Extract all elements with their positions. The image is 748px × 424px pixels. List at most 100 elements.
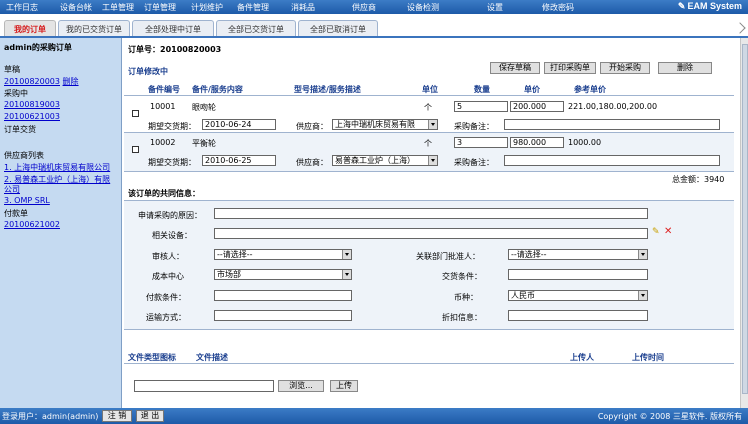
qty-input[interactable]: 5 xyxy=(454,101,508,112)
paid-label: 付款单 xyxy=(4,209,28,218)
price-input[interactable]: 980.000 xyxy=(510,137,564,148)
supplier-link[interactable]: 2. 易普森工业炉（上海）有限 xyxy=(4,175,110,184)
col-part-code: 备件编号 xyxy=(148,85,180,94)
upload-button[interactable]: 上传 xyxy=(330,380,358,392)
delivery-date-input[interactable]: 2010-06-25 xyxy=(202,155,276,166)
draft-label: 草稿 xyxy=(4,65,20,74)
total-amount: 总金额：3940 xyxy=(672,175,725,184)
divider xyxy=(124,171,734,172)
purchasing-label: 采购中 xyxy=(4,89,28,98)
order-status: 订单修改中 xyxy=(128,67,168,76)
help-button[interactable]: 注 销 xyxy=(102,410,132,422)
cost-center-select[interactable]: 市场部 xyxy=(214,269,352,280)
date-label: 期望交货期： xyxy=(148,158,196,167)
discount-input[interactable] xyxy=(508,310,648,321)
delete-draft-link[interactable]: 删除 xyxy=(63,77,79,86)
draft-order-link[interactable]: 20100820003 xyxy=(4,77,60,86)
chevron-down-icon[interactable] xyxy=(342,270,351,279)
row-checkbox[interactable] xyxy=(132,146,139,153)
currency-select[interactable]: 人民币 xyxy=(508,290,648,301)
file-path-input[interactable] xyxy=(134,380,274,392)
save-draft-button[interactable]: 保存草稿 xyxy=(490,62,540,74)
supplier-link[interactable]: 3. OMP SRL xyxy=(4,196,50,205)
menu-orders[interactable]: 订单管理 xyxy=(144,2,176,13)
top-menu-bar: 工作日志 设备台帐 工单管理 订单管理 计划维护 备件管理 消耗品 供应商 设备… xyxy=(0,0,748,14)
note-label: 采购备注： xyxy=(454,158,494,167)
delivery-terms-input[interactable] xyxy=(508,269,648,280)
approver-select[interactable]: --请选择-- xyxy=(508,249,648,260)
brand: ✎ EAM System xyxy=(677,1,742,11)
menu-inspection[interactable]: 设备检测 xyxy=(407,2,439,13)
scrollbar-thumb[interactable] xyxy=(742,44,748,394)
shipping-label: 运输方式： xyxy=(146,313,186,322)
shipping-input[interactable] xyxy=(214,310,352,321)
divider xyxy=(124,363,734,364)
browse-button[interactable]: 浏览... xyxy=(278,380,324,392)
chevron-down-icon[interactable] xyxy=(638,291,647,300)
equipment-input[interactable] xyxy=(214,228,648,239)
qty-input[interactable]: 3 xyxy=(454,137,508,148)
close-icon[interactable]: ✕ xyxy=(664,226,672,237)
tab-all-processing[interactable]: 全部处理中订单 xyxy=(132,20,214,36)
row-code: 10002 xyxy=(150,138,176,147)
divider xyxy=(124,95,734,96)
chevron-down-icon[interactable] xyxy=(428,120,437,129)
ref-price: 221.00,180.00,200.00 xyxy=(568,102,658,111)
tab-bar: 我的订单 我的已交货订单 全部处理中订单 全部已交货订单 全部已取消订单 xyxy=(0,14,748,38)
price-input[interactable]: 200.000 xyxy=(510,101,564,112)
supplier-list-label: 供应商列表 xyxy=(4,151,44,160)
supplier-select[interactable]: 易普森工业炉（上海） xyxy=(332,155,438,166)
menu-consumables[interactable]: 消耗品 xyxy=(291,2,315,13)
purchase-note-input[interactable] xyxy=(504,119,720,130)
menu-work-log[interactable]: 工作日志 xyxy=(6,2,38,13)
chevron-down-icon[interactable] xyxy=(428,156,437,165)
col-qty: 数量 xyxy=(474,85,490,94)
col-model-desc: 型号描述/服务描述 xyxy=(294,85,361,94)
start-purchase-button[interactable]: 开始采购 xyxy=(600,62,650,74)
menu-spare-parts[interactable]: 备件管理 xyxy=(237,2,269,13)
scrollbar[interactable] xyxy=(740,38,748,408)
menu-settings[interactable]: 设置 xyxy=(487,2,503,13)
reason-input[interactable] xyxy=(214,208,648,219)
paid-order-link[interactable]: 20100621002 xyxy=(4,220,60,229)
chevron-down-icon[interactable] xyxy=(342,250,351,259)
menu-maintenance-plan[interactable]: 计划维护 xyxy=(191,2,223,13)
supplier-link[interactable]: 1. 上海中瑞机床贸易有限公司 xyxy=(4,163,110,172)
tab-my-delivered[interactable]: 我的已交货订单 xyxy=(58,20,130,36)
col-unit: 单位 xyxy=(422,85,438,94)
menu-change-password[interactable]: 修改密码 xyxy=(542,2,574,13)
menu-suppliers[interactable]: 供应商 xyxy=(352,2,376,13)
purchasing-order-link[interactable]: 20100819003 xyxy=(4,100,60,109)
supplier-label: 供应商： xyxy=(296,158,328,167)
tab-my-orders[interactable]: 我的订单 xyxy=(4,20,56,36)
draft-order: 20100820003 删除 xyxy=(4,76,79,87)
supplier-select[interactable]: 上海中瑞机床贸易有限 xyxy=(332,119,438,130)
cost-center-label: 成本中心 xyxy=(152,272,184,281)
row-checkbox[interactable] xyxy=(132,110,139,117)
col-part-content: 备件/服务内容 xyxy=(192,85,243,94)
delivery-date-input[interactable]: 2010-06-24 xyxy=(202,119,276,130)
row-name: 眼吻轮 xyxy=(192,103,216,112)
divider xyxy=(124,329,734,330)
row-name: 平衡轮 xyxy=(192,139,216,148)
menu-equipment[interactable]: 设备台帐 xyxy=(60,2,92,13)
print-order-button[interactable]: 打印采购单 xyxy=(544,62,596,74)
row-unit: 个 xyxy=(424,103,432,112)
menu-work-orders[interactable]: 工单管理 xyxy=(102,2,134,13)
col-uploader: 上传人 xyxy=(570,353,594,362)
purchase-note-input[interactable] xyxy=(504,155,720,166)
pencil-icon[interactable]: ✎ xyxy=(652,227,660,237)
chevron-right-icon[interactable] xyxy=(734,22,746,34)
tab-all-delivered[interactable]: 全部已交货订单 xyxy=(216,20,296,36)
reviewer-label: 审核人： xyxy=(152,252,184,261)
reviewer-select[interactable]: --请选择-- xyxy=(214,249,352,260)
supplier-link-cont[interactable]: 公司 xyxy=(4,185,20,194)
purchasing-order-link[interactable]: 20100621003 xyxy=(4,112,60,121)
payment-terms-input[interactable] xyxy=(214,290,352,301)
chevron-down-icon[interactable] xyxy=(638,250,647,259)
logout-button[interactable]: 退 出 xyxy=(136,410,164,422)
tab-all-cancelled[interactable]: 全部已取消订单 xyxy=(298,20,378,36)
delete-order-button[interactable]: 删除 xyxy=(658,62,712,74)
copyright: Copyright © 2008 三星软件. 版权所有 xyxy=(597,412,742,421)
col-ref-price: 参考单价 xyxy=(574,85,606,94)
